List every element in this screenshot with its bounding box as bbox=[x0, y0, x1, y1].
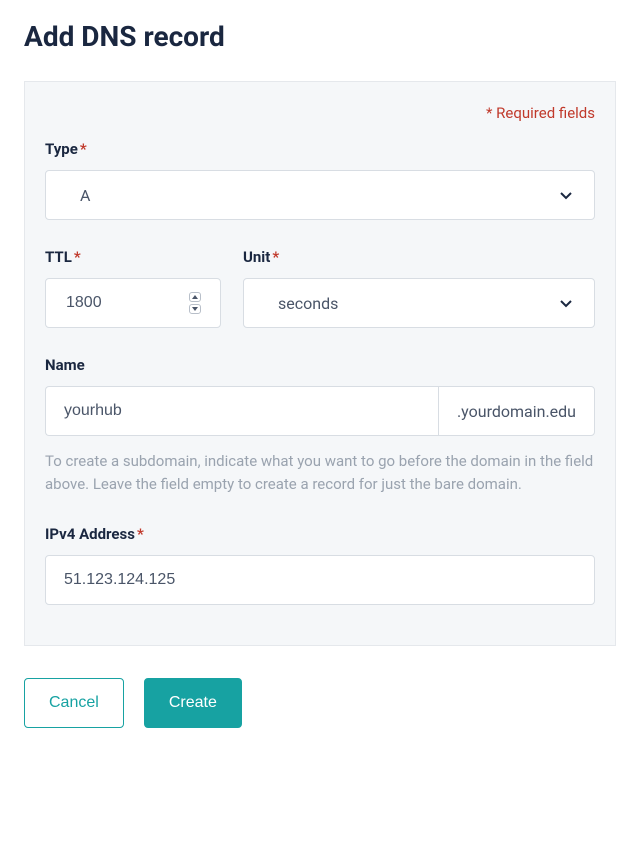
required-asterisk: * bbox=[272, 248, 279, 266]
create-button[interactable]: Create bbox=[144, 678, 242, 728]
type-label-text: Type bbox=[45, 140, 78, 158]
type-select[interactable]: A bbox=[45, 170, 595, 220]
name-help-text: To create a subdomain, indicate what you… bbox=[45, 450, 595, 497]
name-label: Name bbox=[45, 356, 595, 374]
unit-select-value: seconds bbox=[278, 294, 338, 313]
chevron-up-icon bbox=[192, 295, 198, 299]
unit-label-text: Unit bbox=[243, 248, 270, 266]
ipv4-label: IPv4 Address* bbox=[45, 525, 595, 543]
required-asterisk: * bbox=[137, 525, 144, 543]
field-unit: Unit* seconds bbox=[243, 248, 595, 328]
button-row: Cancel Create bbox=[24, 678, 616, 728]
cancel-button[interactable]: Cancel bbox=[24, 678, 124, 728]
field-ttl: TTL* bbox=[45, 248, 221, 328]
ttl-decrement-button[interactable] bbox=[189, 304, 201, 314]
name-input-part bbox=[45, 386, 438, 436]
chevron-down-icon bbox=[558, 295, 574, 311]
required-asterisk: * bbox=[80, 140, 87, 158]
form-panel: * Required fields Type* A TTL* bbox=[24, 81, 616, 646]
name-label-text: Name bbox=[45, 356, 85, 374]
ipv4-label-text: IPv4 Address bbox=[45, 525, 135, 543]
type-label: Type* bbox=[45, 140, 595, 158]
field-name: Name .yourdomain.edu To create a subdoma… bbox=[45, 356, 595, 497]
name-input[interactable] bbox=[45, 386, 438, 436]
ttl-input-wrap bbox=[45, 278, 221, 328]
ttl-spinner bbox=[189, 292, 201, 314]
required-fields-note: * Required fields bbox=[45, 104, 595, 122]
ttl-label: TTL* bbox=[45, 248, 221, 266]
unit-label: Unit* bbox=[243, 248, 595, 266]
field-ipv4: IPv4 Address* bbox=[45, 525, 595, 605]
ipv4-input[interactable] bbox=[45, 555, 595, 605]
unit-select[interactable]: seconds bbox=[243, 278, 595, 328]
domain-suffix: .yourdomain.edu bbox=[438, 386, 595, 436]
required-asterisk: * bbox=[74, 248, 81, 266]
page-title: Add DNS record bbox=[24, 20, 616, 53]
name-input-row: .yourdomain.edu bbox=[45, 386, 595, 436]
field-type: Type* A bbox=[45, 140, 595, 220]
ttl-increment-button[interactable] bbox=[189, 292, 201, 302]
chevron-down-icon bbox=[558, 187, 574, 203]
chevron-down-icon bbox=[192, 307, 198, 311]
ttl-label-text: TTL bbox=[45, 248, 72, 266]
type-select-value: A bbox=[80, 186, 90, 205]
